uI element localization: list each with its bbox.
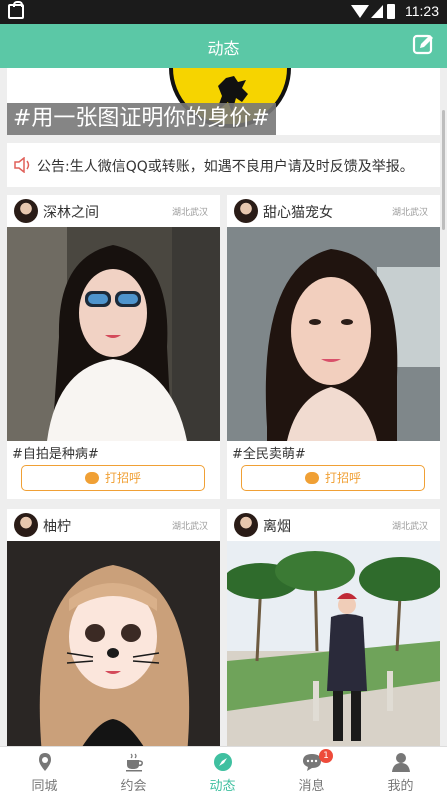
avatar[interactable] <box>14 513 38 537</box>
battery-icon <box>387 4 395 19</box>
chat-bubble-icon <box>304 472 319 484</box>
speaker-icon <box>14 157 30 173</box>
shopping-bag-icon <box>8 1 24 19</box>
avatar[interactable] <box>14 199 38 223</box>
user-name[interactable]: 柚柠 <box>43 516 71 536</box>
nav-item-messages[interactable]: 1 消息 <box>267 747 356 796</box>
nav-label: 约会 <box>120 779 147 794</box>
avatar[interactable] <box>234 199 258 223</box>
status-bar: 11:23 <box>0 0 447 24</box>
post-photo[interactable] <box>7 227 220 441</box>
scrollbar[interactable] <box>442 110 445 230</box>
unread-badge: 1 <box>319 749 333 763</box>
nav-label: 我的 <box>387 779 414 794</box>
status-time: 11:23 <box>405 3 439 19</box>
avatar[interactable] <box>234 513 258 537</box>
topic-banner[interactable]: #用一张图证明你的身价# <box>7 68 440 135</box>
greet-label: 打招呼 <box>324 471 361 485</box>
user-name[interactable]: 深林之间 <box>43 202 99 222</box>
greet-button[interactable]: 打招呼 <box>21 465 205 491</box>
post-photo[interactable] <box>7 541 220 754</box>
post-photo[interactable] <box>227 227 440 441</box>
post-topic-tag[interactable]: #自拍是种病# <box>12 443 99 462</box>
location-pin-icon <box>39 753 51 771</box>
nav-label: 同城 <box>31 779 58 794</box>
post-card[interactable]: 深林之间 湖北武汉 #自拍是种病# 打招呼 <box>7 195 220 499</box>
compass-icon <box>214 753 232 771</box>
greet-button[interactable]: 打招呼 <box>241 465 425 491</box>
post-topic-tag[interactable]: #全民卖萌# <box>232 443 306 462</box>
page-title: 动态 <box>207 39 240 58</box>
banner-caption: #用一张图证明你的身价# <box>7 103 276 135</box>
signal-icon <box>371 5 383 18</box>
edit-icon[interactable] <box>411 33 435 57</box>
post-card[interactable]: 柚柠 湖北武汉 <box>7 509 220 754</box>
coffee-cup-icon <box>126 753 143 772</box>
user-location: 湖北武汉 <box>171 208 208 218</box>
post-header: 甜心猫宠女 湖北武汉 <box>227 195 440 227</box>
nav-label: 消息 <box>298 779 325 794</box>
announcement-bar[interactable]: 公告:生人微信QQ或转账，如遇不良用户请及时反馈及举报。 <box>7 143 440 187</box>
chat-bubble-icon <box>84 472 99 484</box>
post-header: 柚柠 湖北武汉 <box>7 509 220 541</box>
nav-item-feed[interactable]: 动态 <box>178 747 267 796</box>
person-icon <box>392 753 410 772</box>
post-card[interactable]: 甜心猫宠女 湖北武汉 #全民卖萌# 打招呼 <box>227 195 440 499</box>
user-location: 湖北武汉 <box>391 208 428 218</box>
user-name[interactable]: 甜心猫宠女 <box>263 202 333 222</box>
bottom-nav: 同城 约会 动态 1 消息 我的 <box>0 746 447 796</box>
announcement-text: 公告:生人微信QQ或转账，如遇不良用户请及时反馈及举报。 <box>37 159 414 175</box>
nav-item-dating[interactable]: 约会 <box>89 747 178 796</box>
post-header: 深林之间 湖北武汉 <box>7 195 220 227</box>
post-card[interactable]: 离烟 湖北武汉 <box>227 509 440 754</box>
nav-label: 动态 <box>209 779 236 794</box>
user-location: 湖北武汉 <box>391 522 428 532</box>
post-photo[interactable] <box>227 541 440 754</box>
post-header: 离烟 湖北武汉 <box>227 509 440 541</box>
nav-item-nearby[interactable]: 同城 <box>0 747 89 796</box>
wifi-icon <box>351 5 369 18</box>
nav-item-profile[interactable]: 我的 <box>356 747 445 796</box>
user-location: 湖北武汉 <box>171 522 208 532</box>
greet-label: 打招呼 <box>104 471 141 485</box>
user-name[interactable]: 离烟 <box>263 516 291 536</box>
app-bar: 动态 <box>0 24 447 68</box>
